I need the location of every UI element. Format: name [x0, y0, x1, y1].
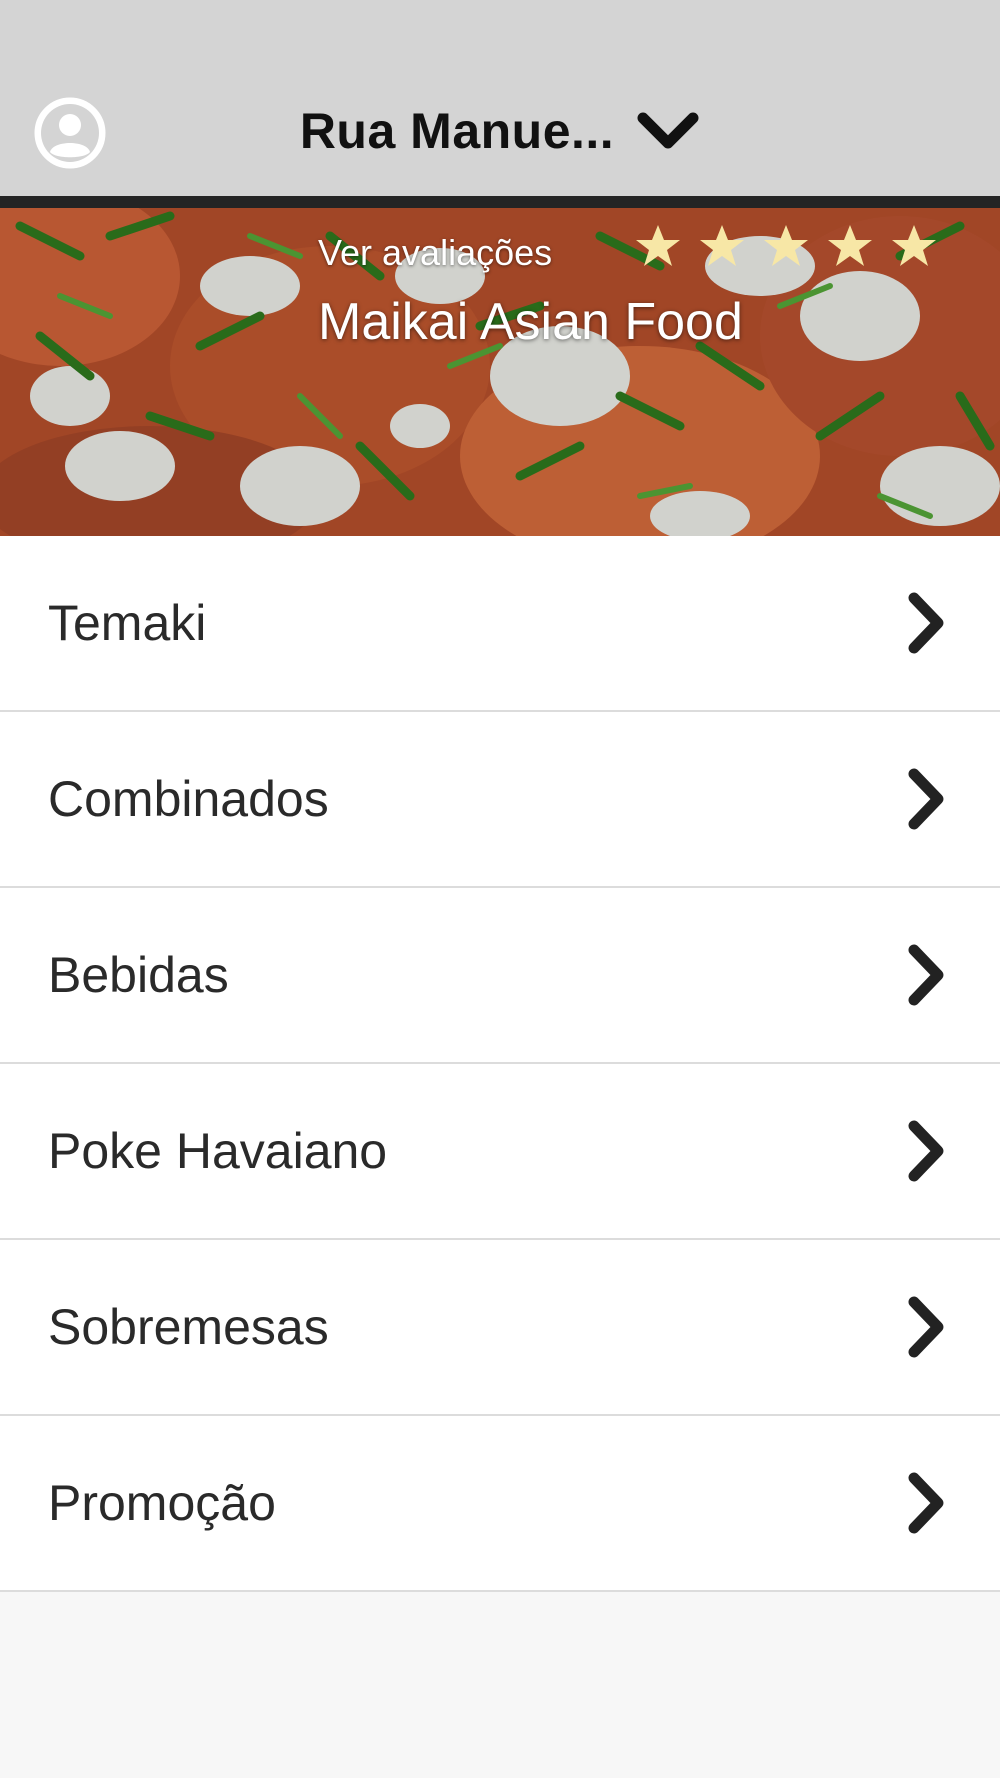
category-label: Poke Havaiano	[48, 1123, 388, 1179]
star-icon	[892, 225, 936, 266]
category-item-bebidas[interactable]: Bebidas	[0, 888, 1000, 1064]
rating-stars[interactable]	[634, 222, 938, 270]
category-item-poke-havaiano[interactable]: Poke Havaiano	[0, 1064, 1000, 1240]
category-list: Temaki Combinados Bebidas Poke Havaiano …	[0, 536, 1000, 1592]
star-icon	[700, 225, 744, 266]
chevron-right-icon	[908, 1120, 944, 1182]
chevron-right-icon	[908, 1472, 944, 1534]
category-label: Promoção	[48, 1475, 276, 1531]
category-item-temaki[interactable]: Temaki	[0, 536, 1000, 712]
chevron-down-icon	[637, 112, 699, 149]
chevron-right-icon	[908, 768, 944, 830]
category-label: Temaki	[48, 595, 207, 651]
star-icon	[828, 225, 872, 266]
category-item-promocao[interactable]: Promoção	[0, 1416, 1000, 1592]
chevron-right-icon	[908, 592, 944, 654]
reviews-link[interactable]: Ver avaliações	[318, 232, 552, 274]
category-label: Bebidas	[48, 947, 229, 1003]
chevron-right-icon	[908, 944, 944, 1006]
star-icon	[636, 225, 680, 266]
chevron-right-icon	[908, 1296, 944, 1358]
category-label: Combinados	[48, 771, 329, 827]
top-bar: Rua Manue...	[0, 0, 1000, 196]
restaurant-name: Maikai Asian Food	[318, 293, 743, 351]
address-selector[interactable]: Rua Manue...	[0, 96, 1000, 166]
address-label: Rua Manue...	[299, 103, 615, 159]
star-icon	[764, 225, 808, 266]
category-item-sobremesas[interactable]: Sobremesas	[0, 1240, 1000, 1416]
category-item-combinados[interactable]: Combinados	[0, 712, 1000, 888]
category-label: Sobremesas	[48, 1299, 329, 1355]
